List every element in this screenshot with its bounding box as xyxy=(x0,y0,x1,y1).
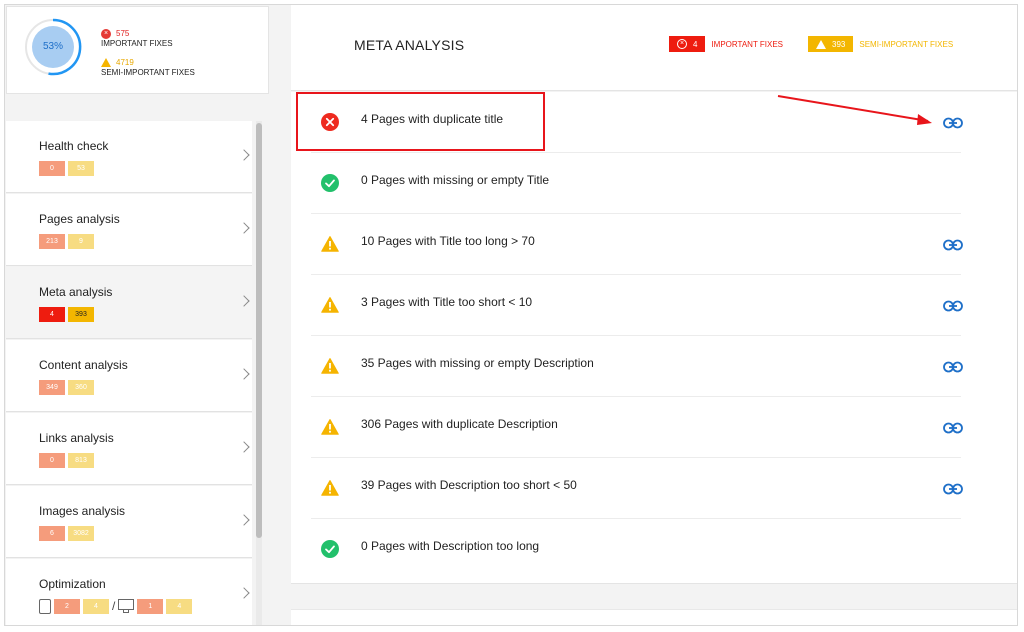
list-item-text: 39 Pages with Description too short < 50 xyxy=(361,478,577,492)
sidebar-item-label: Content analysis xyxy=(39,358,128,372)
list-item-text: 0 Pages with missing or empty Title xyxy=(361,173,550,187)
chevron-right-icon xyxy=(238,295,250,307)
list-item-text: 35 Pages with missing or empty Descripti… xyxy=(361,356,594,370)
check-circle-icon xyxy=(321,174,339,192)
device-separator: / xyxy=(112,599,116,613)
sidebar-scrollbar-thumb[interactable] xyxy=(256,123,262,538)
list-item[interactable]: 39 Pages with Description too short < 50 xyxy=(311,458,963,519)
header-important-fixes: × 4 IMPORTANT FIXES xyxy=(669,36,783,52)
sidebar-item-pages-analysis[interactable]: Pages analysis 213 9 xyxy=(6,194,252,266)
semi-count-badge: 53 xyxy=(68,161,94,176)
warning-triangle-icon xyxy=(321,235,339,253)
sidebar-item-label: Links analysis xyxy=(39,431,114,445)
chevron-right-icon xyxy=(238,514,250,526)
mobile-icon xyxy=(39,599,51,614)
warning-triangle-icon xyxy=(321,296,339,314)
important-count-badge: 0 xyxy=(39,453,65,468)
summary-semi-count: 4719 xyxy=(116,58,134,67)
sidebar: 53% × 575 IMPORTANT FIXES 4719 SEMI-IMPOR… xyxy=(5,5,275,625)
link-icon[interactable] xyxy=(943,360,963,373)
chevron-right-icon xyxy=(238,149,250,161)
mobile-semi-badge: 4 xyxy=(83,599,109,614)
important-count-badge: 4 xyxy=(39,307,65,322)
semi-count-badge: 813 xyxy=(68,453,94,468)
sidebar-item-label: Optimization xyxy=(39,577,106,591)
list-item-text: 0 Pages with Description too long xyxy=(361,539,540,553)
semi-count-badge: 360 xyxy=(68,380,94,395)
score-percent: 53% xyxy=(42,41,63,52)
header-semi-label: SEMI-IMPORTANT FIXES xyxy=(859,39,954,49)
main-header: META ANALYSIS × 4 IMPORTANT FIXES 393 SE… xyxy=(291,5,1017,91)
sidebar-item-optimization[interactable]: Optimization 2 4 / 1 4 xyxy=(6,559,252,625)
list-item[interactable]: 0 Pages with missing or empty Title xyxy=(311,153,961,214)
important-count-badge: 0 xyxy=(39,161,65,176)
sidebar-item-meta-analysis[interactable]: Meta analysis 4 393 xyxy=(6,267,252,339)
header-semi-pill: 393 xyxy=(808,36,854,52)
header-semi-count: 393 xyxy=(832,39,846,49)
list-item[interactable]: 3 Pages with Title too short < 10 xyxy=(311,275,963,336)
important-count-badge: 213 xyxy=(39,234,65,249)
chevron-right-icon xyxy=(238,587,250,599)
desktop-semi-badge: 4 xyxy=(166,599,193,614)
warning-triangle-icon xyxy=(321,357,339,375)
check-circle-icon xyxy=(321,540,339,558)
sidebar-item-content-analysis[interactable]: Content analysis 349 360 xyxy=(6,340,252,412)
semi-count-badge: 393 xyxy=(68,307,94,322)
summary-important-label: IMPORTANT FIXES xyxy=(101,39,173,48)
chevron-right-icon xyxy=(238,441,250,453)
warning-triangle-icon xyxy=(321,418,339,436)
sidebar-item-label: Health check xyxy=(39,139,109,153)
sidebar-item-links-analysis[interactable]: Links analysis 0 813 xyxy=(6,413,252,485)
meta-analysis-list: 4 Pages with duplicate title 0 Pages with… xyxy=(291,92,1017,584)
link-icon[interactable] xyxy=(943,421,963,434)
warning-triangle-icon xyxy=(101,58,111,67)
desktop-important-badge: 1 xyxy=(137,599,164,614)
error-circle-icon: × xyxy=(101,29,111,39)
highlight-box xyxy=(296,92,545,151)
summary-semi: 4719 SEMI-IMPORTANT FIXES xyxy=(101,58,195,78)
page-title: META ANALYSIS xyxy=(354,37,465,53)
list-item[interactable]: 35 Pages with missing or empty Descripti… xyxy=(311,336,963,397)
mobile-important-badge: 2 xyxy=(54,599,80,614)
link-icon[interactable] xyxy=(943,482,963,495)
annotation-arrow-icon xyxy=(777,95,932,125)
summary-important-count: 575 xyxy=(116,29,130,38)
error-circle-icon: × xyxy=(677,39,687,49)
semi-count-badge: 9 xyxy=(68,234,94,249)
chevron-right-icon xyxy=(238,222,250,234)
header-important-count: 4 xyxy=(693,39,698,49)
header-important-label: IMPORTANT FIXES xyxy=(711,39,784,49)
warning-triangle-icon xyxy=(816,39,826,49)
sidebar-item-images-analysis[interactable]: Images analysis 6 3082 xyxy=(6,486,252,558)
warning-triangle-icon xyxy=(321,479,339,497)
chevron-right-icon xyxy=(238,368,250,380)
sidebar-item-label: Images analysis xyxy=(39,504,126,518)
header-semi-important-fixes: 393 SEMI-IMPORTANT FIXES xyxy=(808,36,953,52)
link-icon[interactable] xyxy=(943,238,963,251)
sidebar-item-label: Pages analysis xyxy=(39,212,120,226)
list-item[interactable]: 10 Pages with Title too long > 70 xyxy=(311,214,963,275)
list-item-text: 3 Pages with Title too short < 10 xyxy=(361,295,533,309)
list-item-text: 306 Pages with duplicate Description xyxy=(361,417,558,431)
desktop-icon xyxy=(118,599,135,614)
sidebar-item-health-check[interactable]: Health check 0 53 xyxy=(6,121,252,193)
list-item-text: 10 Pages with Title too long > 70 xyxy=(361,234,535,248)
sidebar-item-label: Meta analysis xyxy=(39,285,113,299)
important-count-badge: 349 xyxy=(39,380,65,395)
header-important-pill: × 4 xyxy=(669,36,706,52)
score-summary: 53% × 575 IMPORTANT FIXES 4719 SEMI-IMPOR… xyxy=(6,6,269,94)
list-item[interactable]: 306 Pages with duplicate Description xyxy=(311,397,963,458)
link-icon[interactable] xyxy=(943,299,963,312)
semi-count-badge: 3082 xyxy=(68,526,94,541)
summary-important: × 575 IMPORTANT FIXES xyxy=(101,29,173,49)
next-panel xyxy=(291,609,1017,625)
summary-semi-label: SEMI-IMPORTANT FIXES xyxy=(101,68,195,77)
sidebar-nav: Health check 0 53 Pages analysis 213 9 M… xyxy=(6,121,252,625)
list-item[interactable]: 0 Pages with Description too long xyxy=(311,519,961,580)
important-count-badge: 6 xyxy=(39,526,65,541)
